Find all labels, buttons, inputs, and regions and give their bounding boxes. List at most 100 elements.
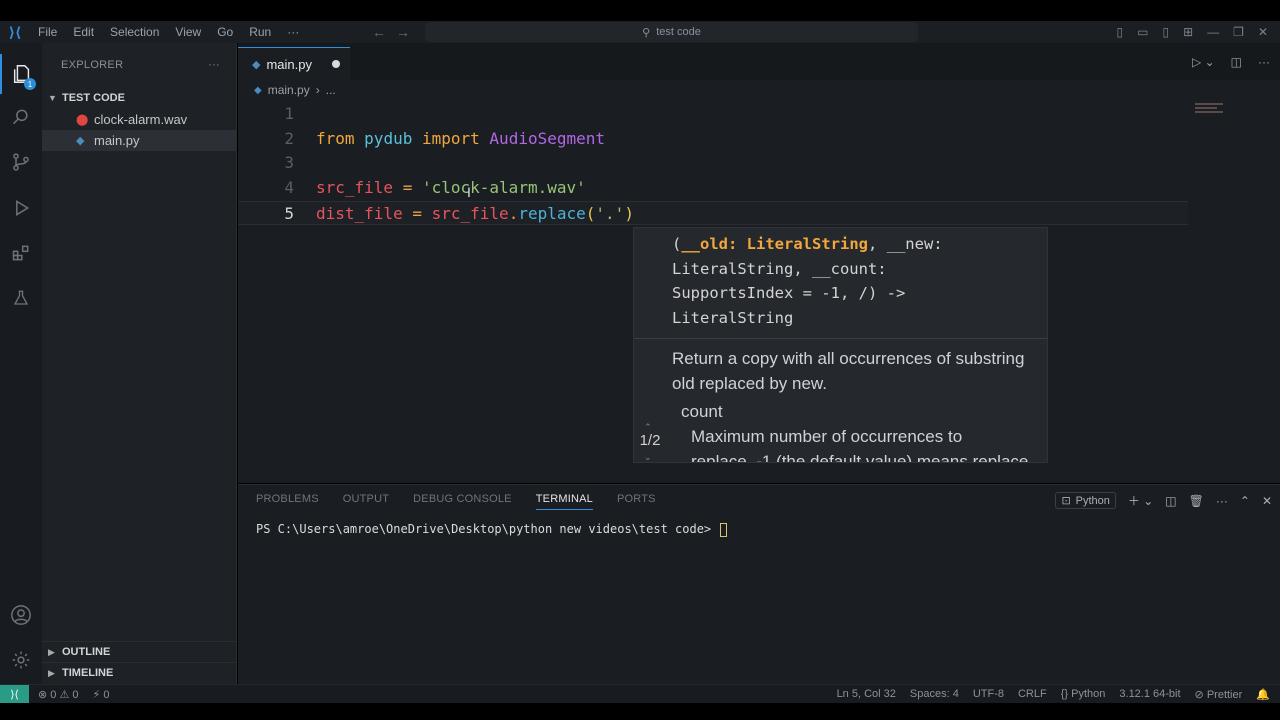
code-line-current: 5 dist_file = src_file.replace('.') xyxy=(238,200,1188,226)
toggle-panel-icon[interactable]: ▭ xyxy=(1137,25,1148,39)
file-item-clock-alarm[interactable]: ⬤ clock-alarm.wav xyxy=(42,109,236,130)
editor-actions: ▷ ⌄ ◫ ··· xyxy=(1192,55,1270,69)
terminal-prompt: PS C:\Users\amroe\OneDrive\Desktop\pytho… xyxy=(256,522,719,536)
terminal-profile[interactable]: ⊡ Python xyxy=(1055,492,1116,509)
outline-section[interactable]: ▶ OUTLINE xyxy=(42,641,237,662)
back-arrow-icon[interactable]: ← xyxy=(372,24,386,40)
tab-ports[interactable]: PORTS xyxy=(617,493,656,510)
signature-help-widget: (__old: LiteralString, __new: LiteralStr… xyxy=(633,227,1048,463)
ports-count: 0 xyxy=(103,688,110,701)
command-center-search[interactable]: ⚲ test code xyxy=(425,22,918,42)
cursor-position[interactable]: Ln 5, Col 32 xyxy=(837,688,896,700)
language-label: Python xyxy=(1071,688,1106,700)
terminal-icon: ⊡ xyxy=(1061,495,1071,507)
terminal-profile-label: Python xyxy=(1075,494,1110,507)
tab-label: main.py xyxy=(266,56,312,72)
run-debug-icon[interactable] xyxy=(0,188,42,228)
sig-line2: LiteralString, __count: xyxy=(672,259,887,278)
settings-gear-icon[interactable] xyxy=(0,640,42,680)
error-icon: ⊗ xyxy=(38,688,48,701)
window-controls: ▯ ▭ ▯ ⊞ — ❐ ✕ xyxy=(1117,21,1280,43)
python-file-icon: ◆ xyxy=(76,135,85,147)
end-of-line[interactable]: CRLF xyxy=(1018,688,1047,700)
letterbox-bottom xyxy=(0,703,1280,720)
file-item-main-py[interactable]: ◆ main.py xyxy=(42,130,236,151)
minimize-icon[interactable]: — xyxy=(1207,25,1219,39)
unsaved-dot-icon[interactable] xyxy=(332,60,340,68)
double-check-icon: ⊘ xyxy=(1194,688,1204,701)
next-overload-icon[interactable]: ⌄ xyxy=(644,452,652,462)
vscode-logo-icon: ⟩⟨ xyxy=(8,23,22,40)
overload-counter: 1/2 xyxy=(639,432,661,449)
explorer-more-button[interactable]: ··· xyxy=(208,59,220,71)
breadcrumb: ◆ main.py › ... xyxy=(254,83,336,97)
sig-open: ( xyxy=(672,235,682,253)
close-window-icon[interactable]: ✕ xyxy=(1258,25,1268,39)
problems-status[interactable]: ⊗ 0 ⚠ 0 xyxy=(38,688,79,701)
toggle-secondary-sidebar-icon[interactable]: ▯ xyxy=(1163,25,1170,39)
indentation[interactable]: Spaces: 4 xyxy=(910,688,959,700)
terminal-cursor xyxy=(720,522,728,537)
customize-layout-icon[interactable]: ⊞ xyxy=(1183,25,1193,39)
line-number: 5 xyxy=(284,203,294,223)
folder-test-code[interactable]: ▼ TEST CODE xyxy=(42,87,236,109)
breadcrumb-file[interactable]: main.py xyxy=(268,83,310,97)
braces-icon: {} xyxy=(1060,688,1069,700)
timeline-section[interactable]: ▶ TIMELINE xyxy=(42,662,237,683)
more-actions-icon[interactable]: ··· xyxy=(1216,494,1228,508)
split-terminal-icon[interactable]: ◫ xyxy=(1165,494,1176,508)
warning-count: 0 xyxy=(72,688,79,701)
code-text: from pydub import AudioSegment xyxy=(316,128,606,148)
run-python-file-icon[interactable]: ▷ ⌄ xyxy=(1192,55,1215,69)
restore-icon[interactable]: ❐ xyxy=(1233,25,1244,39)
terminal-output[interactable]: PS C:\Users\amroe\OneDrive\Desktop\pytho… xyxy=(256,522,728,537)
code-line: 2 from pydub import AudioSegment xyxy=(238,127,1280,152)
more-actions-icon[interactable]: ··· xyxy=(1258,55,1270,69)
code-text: src_file = 'clock-alarm.wav' xyxy=(316,178,586,198)
param-doc-line2: replace. -1 (the default value) means re… xyxy=(691,452,1029,463)
breadcrumb-more[interactable]: ... xyxy=(326,83,336,97)
account-icon[interactable] xyxy=(0,595,42,635)
menu-edit[interactable]: Edit xyxy=(65,21,102,43)
close-panel-icon[interactable]: ✕ xyxy=(1262,494,1272,508)
encoding[interactable]: UTF-8 xyxy=(973,688,1004,700)
tab-output[interactable]: OUTPUT xyxy=(343,493,389,510)
forward-arrow-icon[interactable]: → xyxy=(396,24,410,40)
tab-main-py[interactable]: ◆ main.py xyxy=(238,47,350,80)
tab-debug-console[interactable]: DEBUG CONSOLE xyxy=(413,493,512,510)
search-view-icon[interactable] xyxy=(0,97,42,137)
menu-go[interactable]: Go xyxy=(209,21,241,43)
extensions-icon[interactable] xyxy=(0,233,42,273)
explorer-badge: 1 xyxy=(24,78,36,90)
toggle-sidebar-icon[interactable]: ▯ xyxy=(1117,25,1124,39)
menu-view[interactable]: View xyxy=(167,21,209,43)
prettier-label: Prettier xyxy=(1206,688,1243,701)
menu-file[interactable]: File xyxy=(30,21,65,43)
python-interpreter[interactable]: 3.12.1 64-bit xyxy=(1119,688,1180,700)
tab-terminal[interactable]: TERMINAL xyxy=(535,493,593,510)
chevron-right-icon: ▶ xyxy=(48,667,55,678)
line-number: 4 xyxy=(284,178,294,198)
menu-more[interactable]: ··· xyxy=(279,21,307,43)
chevron-down-icon: ▼ xyxy=(48,93,57,103)
maximize-panel-icon[interactable]: ⌃ xyxy=(1240,494,1250,508)
remote-indicator-icon[interactable]: ⟩⟨ xyxy=(0,685,29,703)
menu-run[interactable]: Run xyxy=(241,21,279,43)
warning-icon: ⚠ xyxy=(59,688,70,701)
language-mode[interactable]: {} Python xyxy=(1061,688,1106,700)
sig-line4: LiteralString xyxy=(672,308,794,327)
ports-status[interactable]: ⚡ 0 xyxy=(93,688,110,701)
prettier-status[interactable]: ⊘ Prettier xyxy=(1195,688,1243,701)
letterbox-top xyxy=(0,0,1280,21)
tab-problems[interactable]: PROBLEMS xyxy=(256,493,319,510)
kill-terminal-icon[interactable]: 🗑 xyxy=(1189,494,1204,508)
new-terminal-icon[interactable]: ＋ ⌄ xyxy=(1128,492,1153,509)
code-lines[interactable]: 1 2 from pydub import AudioSegment 3 4 s… xyxy=(238,102,1280,226)
split-editor-icon[interactable]: ◫ xyxy=(1231,55,1242,69)
explorer-icon[interactable]: 1 xyxy=(0,54,42,94)
signature-doc: Return a copy with all occurrences of su… xyxy=(672,349,1025,393)
menu-selection[interactable]: Selection xyxy=(102,21,167,43)
source-control-icon[interactable] xyxy=(0,142,42,182)
testing-flask-icon[interactable] xyxy=(0,278,42,318)
notifications-bell-icon[interactable]: 🔔 xyxy=(1256,688,1270,701)
